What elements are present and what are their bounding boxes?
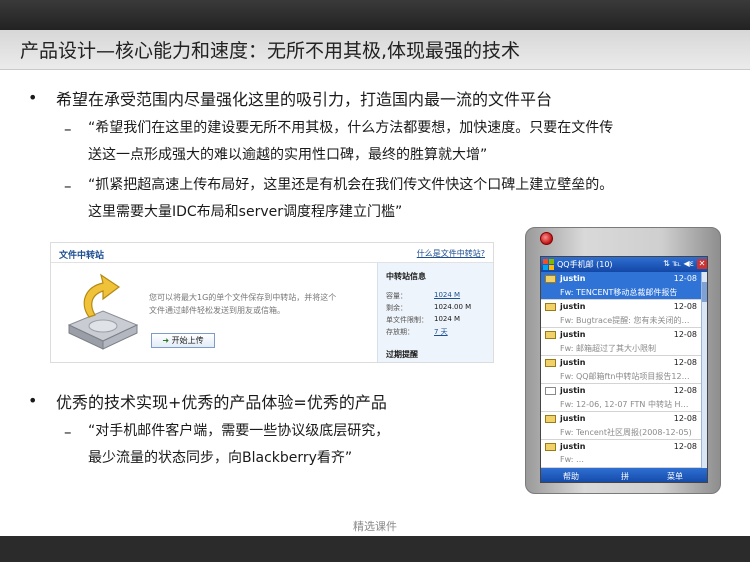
status-icons: ⇅ ℡ ◀ε <box>663 259 694 268</box>
phone-title-bar: QQ手机邮 (10) ⇅ ℡ ◀ε ✕ <box>541 257 707 272</box>
scroll-thumb[interactable] <box>702 282 707 302</box>
info-panel: 中转站信息 容量： 1024 M 剩余： 1024.00 M 单文件限制： 10… <box>377 263 493 362</box>
bullet-marker: • <box>28 391 38 410</box>
scrollbar[interactable] <box>701 272 707 468</box>
mail-row[interactable]: justin 12-08 Fw: QQ邮箱ftn中转站项目报告12… <box>541 356 701 384</box>
sub-1-line-2: 送这一点形成强大的难以逾越的实用性口碑，最终的胜算就大增” <box>88 147 488 163</box>
envelope-icon <box>545 359 556 367</box>
mail-row[interactable]: justin 12-08 Fw: 12-06, 12-07 FTN 中转站 H… <box>541 384 701 412</box>
mail-from: justin <box>560 302 586 311</box>
mail-from: justin <box>560 274 586 283</box>
info-label: 单文件限制： <box>386 316 428 324</box>
upload-button-label: 开始上传 <box>171 336 204 345</box>
file-transfer-screenshot: 文件中转站 什么是文件中转站? 您可以将最大1G的单个文件保存到中转站，并将这个… <box>50 242 494 363</box>
sub-2-line-1: “抓紧把超高速上传布局好，这里还是有机会在我们传文件快这个口碑上建立壁垒的。 <box>88 177 614 193</box>
mail-row[interactable]: justin 12-08 Fw: Bugtrace提醒: 您有未关闭的… <box>541 300 701 328</box>
footer-band <box>0 536 750 562</box>
envelope-icon <box>545 415 556 423</box>
mail-subject: Fw: TENCENT移动总裁邮件报告 <box>560 288 678 297</box>
file-transfer-desc-2: 文件通过邮件轻松发送到朋友或信箱。 <box>149 306 285 315</box>
info-value[interactable]: 7 天 <box>434 327 448 337</box>
mail-subject: Fw: … <box>560 455 584 464</box>
bullet-1-text: 希望在承受范围内尽量强化这里的吸引力，打造国内最一流的文件平台 <box>56 90 553 109</box>
mail-from: justin <box>560 358 586 367</box>
envelope-icon <box>545 331 556 339</box>
app-title: QQ手机邮 (10) <box>557 260 613 269</box>
mail-date: 12-08 <box>673 414 697 423</box>
info-label: 剩余： <box>386 304 407 312</box>
footer-text: 精选课件 <box>353 520 397 533</box>
mail-date: 12-08 <box>673 302 697 311</box>
info-row: 单文件限制： 1024 M <box>386 315 460 325</box>
info-value: 1024 M <box>434 315 461 323</box>
info-value: 1024.00 M <box>434 303 472 311</box>
help-link[interactable]: 什么是文件中转站? <box>417 248 485 259</box>
softkey-middle[interactable]: 拼 <box>621 471 629 482</box>
upload-button[interactable]: ➜ 开始上传 <box>151 333 215 348</box>
sub-2-line-2: 这里需要大量IDC布局和server调度程序建立门槛” <box>88 204 403 220</box>
bullet-marker: • <box>28 88 38 107</box>
slide-title: 产品设计—核心能力和速度：无所不用其极,体现最强的技术 <box>20 40 521 62</box>
phone-device: QQ手机邮 (10) ⇅ ℡ ◀ε ✕ justin 12-08 Fw: TENCE… <box>525 227 721 494</box>
mail-date: 12-08 <box>673 330 697 339</box>
sub-3-line-2: 最少流量的状态同步，向Blackberry看齐” <box>88 450 353 466</box>
mail-date: 12-08 <box>673 442 697 451</box>
windows-logo-icon <box>543 259 554 270</box>
mail-from: justin <box>560 442 586 451</box>
softkey-bar: 帮助 拼 菜单 <box>541 468 707 482</box>
info-row: 存放期： 7 天 <box>386 327 448 337</box>
mail-row[interactable]: justin 12-08 Fw: TENCENT移动总裁邮件报告 <box>541 272 701 300</box>
dash-marker: – <box>64 177 72 195</box>
info-title: 中转站信息 <box>386 272 426 281</box>
info-label: 存放期： <box>386 328 414 336</box>
expire-title: 过期提醒 <box>386 350 418 359</box>
softkey-menu[interactable]: 菜单 <box>667 471 683 482</box>
phone-screen: QQ手机邮 (10) ⇅ ℡ ◀ε ✕ justin 12-08 Fw: TENCE… <box>540 256 708 483</box>
mail-from: justin <box>560 414 586 423</box>
dash-marker: – <box>64 423 72 441</box>
envelope-icon <box>545 275 556 283</box>
info-row: 剩余： 1024.00 M <box>386 303 471 313</box>
sub-3-line-1: “对手机邮件客户端，需要一些协议级底层研究， <box>88 423 390 439</box>
upload-icon: ➜ <box>162 336 170 345</box>
file-transfer-title: 文件中转站 <box>59 251 105 261</box>
mail-date: 12-08 <box>673 274 697 283</box>
power-led-icon <box>540 232 553 245</box>
mail-date: 12-08 <box>673 386 697 395</box>
bullet-2-text: 优秀的技术实现+优秀的产品体验=优秀的产品 <box>56 393 387 412</box>
info-value[interactable]: 1024 M <box>434 291 460 299</box>
close-icon[interactable]: ✕ <box>697 259 707 269</box>
sub-1-line-1: “希望我们在这里的建设要无所不用其极，什么方法都要想，加快速度。只要在文件传 <box>88 120 614 136</box>
envelope-icon <box>545 387 556 395</box>
file-transfer-header: 文件中转站 什么是文件中转站? <box>51 243 493 263</box>
info-label: 容量： <box>386 292 407 300</box>
envelope-icon <box>545 443 556 451</box>
mail-from: justin <box>560 330 586 339</box>
envelope-icon <box>545 303 556 311</box>
mail-subject: Fw: Tencent社区周报(2008-12-05) <box>560 428 692 437</box>
hard-drive-upload-icon <box>67 273 139 350</box>
mail-subject: Fw: 邮箱超过了其大小限制 <box>560 344 656 353</box>
mail-date: 12-08 <box>673 358 697 367</box>
file-transfer-desc-1: 您可以将最大1G的单个文件保存到中转站，并将这个 <box>149 293 337 302</box>
dash-marker: – <box>64 120 72 138</box>
mail-row[interactable]: justin 12-08 Fw: … <box>541 440 701 468</box>
mail-row[interactable]: justin 12-08 Fw: 邮箱超过了其大小限制 <box>541 328 701 356</box>
mail-from: justin <box>560 386 586 395</box>
mail-subject: Fw: 12-06, 12-07 FTN 中转站 H… <box>560 400 689 409</box>
mail-subject: Fw: QQ邮箱ftn中转站项目报告12… <box>560 372 690 381</box>
mail-subject: Fw: Bugtrace提醒: 您有未关闭的… <box>560 316 690 325</box>
mail-list: justin 12-08 Fw: TENCENT移动总裁邮件报告 justin 12-0… <box>541 272 701 468</box>
softkey-help[interactable]: 帮助 <box>563 471 579 482</box>
mail-row[interactable]: justin 12-08 Fw: Tencent社区周报(2008-12-05) <box>541 412 701 440</box>
top-bar <box>0 0 750 30</box>
info-row: 容量： 1024 M <box>386 291 460 301</box>
